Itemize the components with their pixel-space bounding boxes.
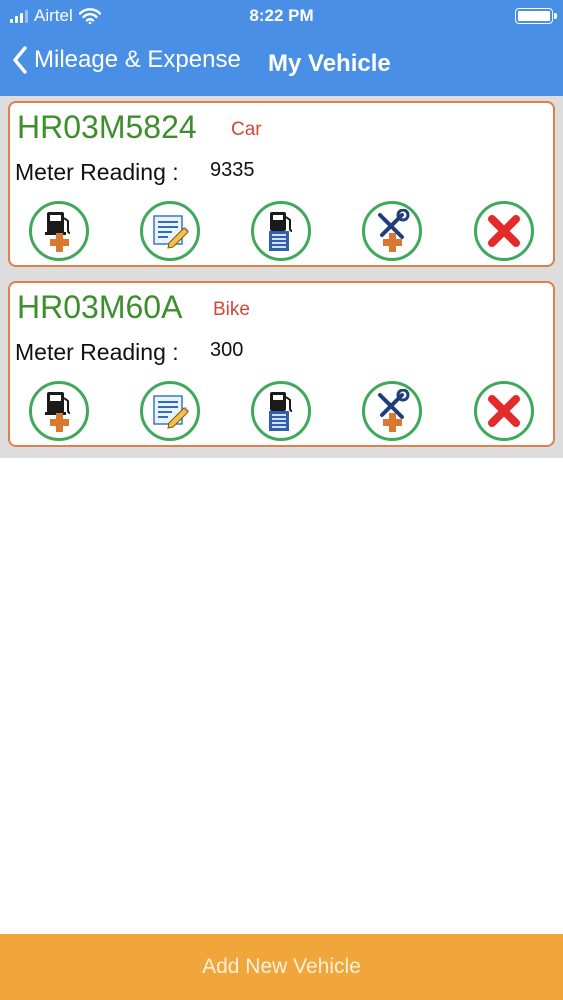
meter-reading-label: Meter Reading : xyxy=(15,339,179,365)
delete-vehicle-button[interactable] xyxy=(474,201,534,261)
back-button[interactable]: Mileage & Expense xyxy=(12,46,241,74)
add-new-vehicle-label: Add New Vehicle xyxy=(202,955,361,978)
add-service-button[interactable] xyxy=(362,381,422,441)
edit-note-icon xyxy=(153,215,189,249)
add-new-vehicle-button[interactable]: Add New Vehicle xyxy=(0,934,563,1000)
add-fuel-icon xyxy=(45,392,71,432)
app-header: Airtel 8:22 PM Mileage & Expense My Vehi… xyxy=(0,0,563,96)
fuel-log-icon xyxy=(269,212,293,251)
add-service-icon xyxy=(378,389,410,432)
fuel-log-button[interactable] xyxy=(251,381,311,441)
meter-reading-value: 9335 xyxy=(210,159,255,181)
add-service-button[interactable] xyxy=(362,201,422,261)
add-service-icon xyxy=(378,209,410,252)
vehicle-actions xyxy=(10,381,553,445)
vehicle-type: Car xyxy=(231,119,262,140)
vehicle-card[interactable]: HR03M5824 Car Meter Reading : 9335 xyxy=(8,101,555,267)
delete-x-icon xyxy=(488,215,520,247)
vehicle-plate: HR03M5824 xyxy=(17,109,197,145)
add-fuel-icon xyxy=(45,212,71,252)
vehicle-plate: HR03M60A xyxy=(17,289,183,325)
add-fuel-button[interactable] xyxy=(29,201,89,261)
fuel-log-button[interactable] xyxy=(251,201,311,261)
meter-reading-value: 300 xyxy=(210,339,244,361)
delete-x-icon xyxy=(488,395,520,427)
chevron-left-icon xyxy=(13,46,27,74)
vehicle-type: Bike xyxy=(213,299,250,320)
status-bar: Airtel 8:22 PM xyxy=(0,0,563,32)
edit-vehicle-button[interactable] xyxy=(140,201,200,261)
meter-reading-label: Meter Reading : xyxy=(15,159,179,185)
status-time: 8:22 PM xyxy=(249,6,314,25)
back-label: Mileage & Expense xyxy=(34,46,241,73)
vehicle-actions xyxy=(10,201,553,265)
fuel-log-icon xyxy=(269,392,293,431)
vehicle-card[interactable]: HR03M60A Bike Meter Reading : 300 xyxy=(8,281,555,447)
battery-icon xyxy=(515,8,557,24)
edit-note-icon xyxy=(153,395,189,429)
page-title: My Vehicle xyxy=(268,50,391,77)
edit-vehicle-button[interactable] xyxy=(140,381,200,441)
add-fuel-button[interactable] xyxy=(29,381,89,441)
delete-vehicle-button[interactable] xyxy=(474,381,534,441)
